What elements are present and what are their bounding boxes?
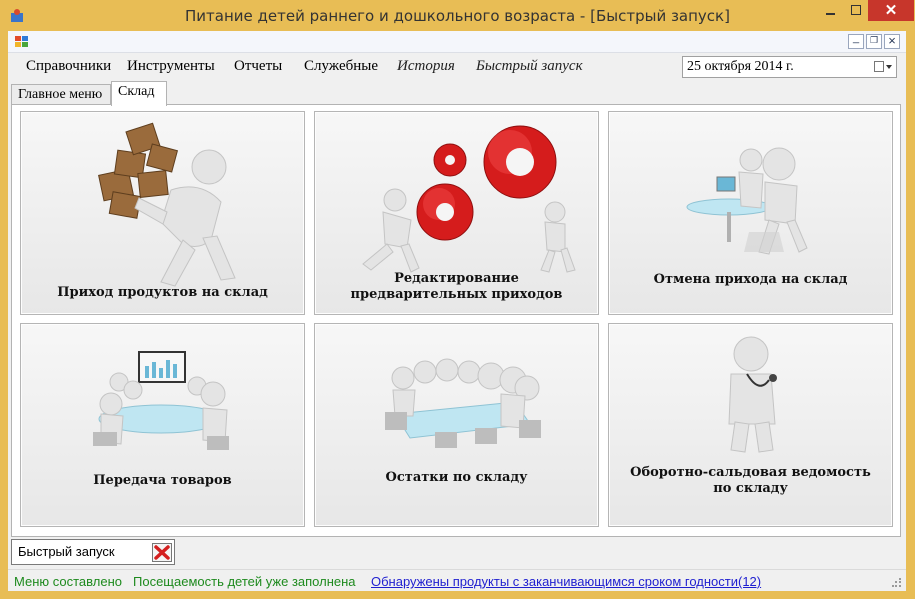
menu-tools[interactable]: Инструменты [127,58,215,75]
status-bar: Меню составлено Посещаемость детей уже з… [8,569,906,591]
client-area: Справочники Инструменты Отчеты Служебные… [8,31,906,591]
quick-launch-label: Быстрый запуск [18,544,115,559]
window-title: Питание детей раннего и дошкольного возр… [185,7,730,25]
menu-service[interactable]: Служебные [304,58,378,75]
resize-grip-icon[interactable] [892,578,902,588]
tile-caption: Передача товаров [93,473,232,488]
warehouse-panel: Приход продуктов на склад Редактирование… [11,104,901,537]
menu-references[interactable]: Справочники [26,58,111,75]
tile-goods-transfer[interactable]: Передача товаров [20,323,305,527]
close-button[interactable]: ✕ [868,0,914,21]
calendar-icon [874,61,884,72]
tile-caption: Оборотно-сальдовая ведомость по складу [630,465,871,496]
red-x-icon [154,545,170,560]
quick-launch-panel: Быстрый запуск [11,539,175,565]
date-picker[interactable]: 25 октября 2014 г. [682,56,897,78]
tile-cancel-receipt[interactable]: Отмена прихода на склад [608,111,893,315]
child-restore-button[interactable] [866,34,882,49]
child-minimize-button[interactable] [848,32,864,49]
tile-caption: Остатки по складу [385,470,528,485]
menu-quick-launch[interactable]: Быстрый запуск [476,58,583,75]
app-window: Питание детей раннего и дошкольного возр… [0,0,915,599]
status-attendance: Посещаемость детей уже заполнена [133,574,356,589]
tile-caption: Отмена прихода на склад [653,272,848,287]
menu-history[interactable]: История [397,58,455,75]
maximize-button[interactable] [843,0,868,21]
close-icon: ✕ [884,2,898,19]
calendar-dropdown-button[interactable] [872,59,894,75]
tile-goods-receipt[interactable]: Приход продуктов на склад [20,111,305,315]
tab-main-menu[interactable]: Главное меню [11,84,111,105]
tile-turnover-balance-sheet[interactable]: Оборотно-сальдовая ведомость по складу [608,323,893,527]
tile-caption: Редактирование предварительных приходов [350,271,563,302]
status-menu-composed: Меню составлено [14,574,122,589]
tile-warehouse-stock[interactable]: Остатки по складу [314,323,599,527]
tile-edit-preliminary-receipts[interactable]: Редактирование предварительных приходов [314,111,599,315]
expiry-warning-link[interactable]: Обнаружены продукты с заканчивающимся ср… [371,574,761,589]
menu-reports[interactable]: Отчеты [234,58,282,75]
title-bar[interactable]: Питание детей раннего и дошкольного возр… [0,0,915,31]
doctor-icon [728,336,777,453]
minimize-button[interactable] [817,0,843,21]
tab-warehouse[interactable]: Склад [111,81,167,106]
tile-caption: Приход продуктов на склад [57,285,268,300]
child-window-icon[interactable] [14,34,30,50]
chevron-down-icon [886,65,892,69]
menu-bar: Справочники Инструменты Отчеты Служебные… [8,53,906,80]
date-value: 25 октября 2014 г. [687,59,794,74]
child-close-button[interactable] [884,33,900,49]
quick-launch-close-button[interactable] [152,543,172,562]
mdi-child-bar [8,31,906,53]
conference-icon [93,351,229,450]
boardroom-icon [385,358,541,448]
